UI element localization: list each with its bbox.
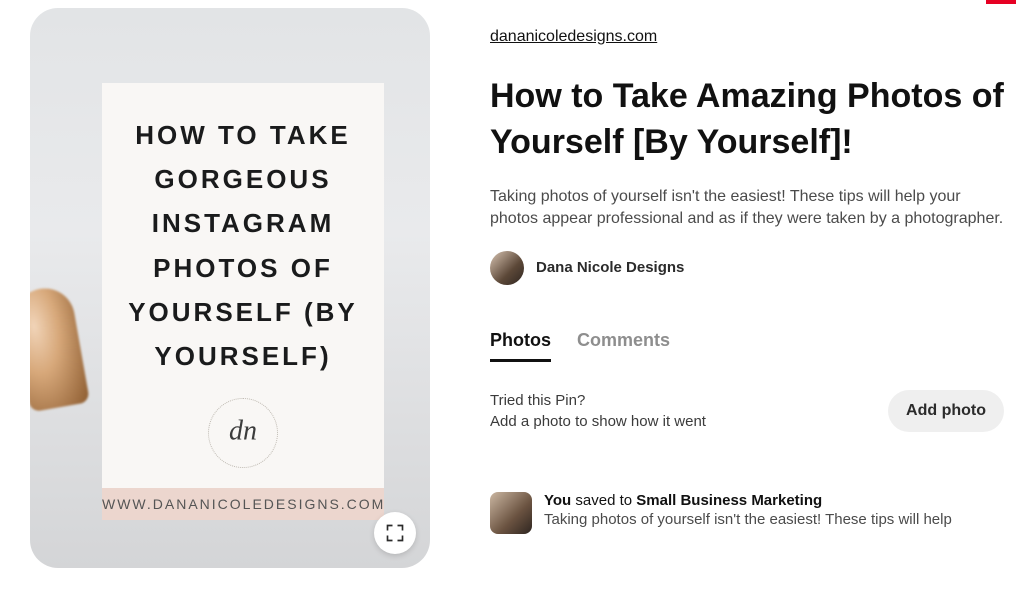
pin-card: HOW TO TAKE GORGEOUS INSTAGRAM PHOTOS OF… bbox=[102, 83, 384, 488]
logo-text: dn bbox=[229, 416, 257, 448]
saved-mid: saved to bbox=[571, 492, 636, 509]
saved-board[interactable]: Small Business Marketing bbox=[636, 492, 822, 509]
source-link[interactable]: dananicoledesigns.com bbox=[490, 28, 657, 46]
tried-line2: Add a photo to show how it went bbox=[490, 411, 706, 432]
author-name: Dana Nicole Designs bbox=[536, 259, 684, 276]
tried-line1: Tried this Pin? bbox=[490, 390, 706, 411]
saved-line: You saved to Small Business Marketing bbox=[544, 492, 952, 509]
expand-icon bbox=[385, 523, 405, 543]
saved-desc: Taking photos of yourself isn't the easi… bbox=[544, 509, 952, 530]
pin-image[interactable]: HOW TO TAKE GORGEOUS INSTAGRAM PHOTOS OF… bbox=[30, 8, 430, 568]
tabs: Photos Comments bbox=[490, 330, 1004, 362]
tab-comments[interactable]: Comments bbox=[577, 330, 670, 362]
add-photo-button[interactable]: Add photo bbox=[888, 390, 1004, 432]
saved-thumbnail bbox=[490, 492, 532, 534]
prop-decoration bbox=[30, 284, 90, 413]
saved-section: You saved to Small Business Marketing Ta… bbox=[490, 492, 1004, 534]
pin-card-footer: WWW.DANANICOLEDESIGNS.COM bbox=[102, 488, 384, 520]
pin-card-title: HOW TO TAKE GORGEOUS INSTAGRAM PHOTOS OF… bbox=[120, 113, 366, 378]
pin-card-logo: dn bbox=[208, 398, 278, 468]
avatar bbox=[490, 251, 524, 285]
saved-you: You bbox=[544, 492, 571, 509]
tried-text: Tried this Pin? Add a photo to show how … bbox=[490, 390, 706, 432]
pin-details: dananicoledesigns.com How to Take Amazin… bbox=[490, 8, 1004, 568]
tab-photos[interactable]: Photos bbox=[490, 330, 551, 362]
tried-section: Tried this Pin? Add a photo to show how … bbox=[490, 390, 1004, 432]
zoom-button[interactable] bbox=[374, 512, 416, 554]
author-row[interactable]: Dana Nicole Designs bbox=[490, 251, 1004, 285]
pin-title: How to Take Amazing Photos of Yourself [… bbox=[490, 74, 1004, 166]
pin-description: Taking photos of yourself isn't the easi… bbox=[490, 186, 1004, 231]
brand-accent bbox=[986, 0, 1016, 4]
